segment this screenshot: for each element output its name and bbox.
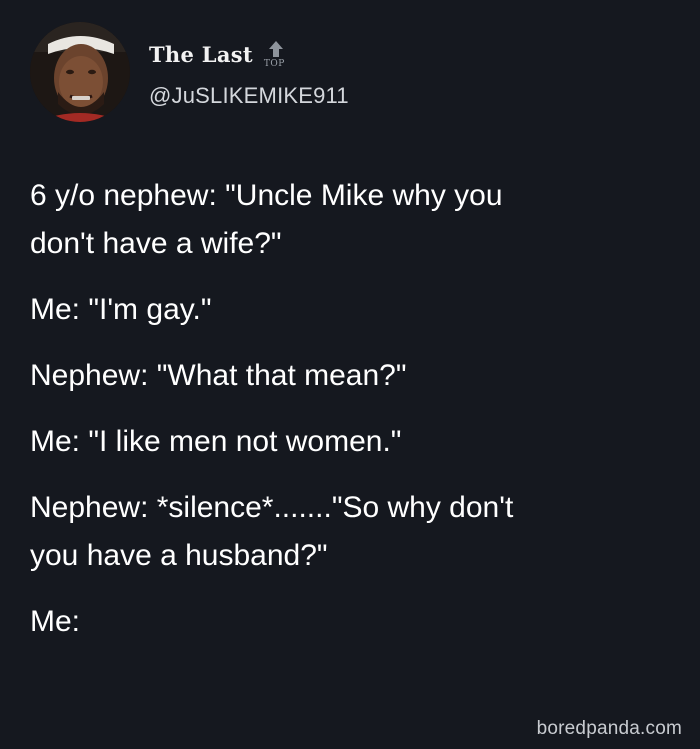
tweet-line: Nephew: "What that mean?" bbox=[30, 359, 407, 392]
user-handle[interactable]: @JuSLIKEMIKE911 bbox=[149, 83, 349, 109]
tweet-line: don't have a wife?" bbox=[30, 227, 282, 260]
tweet-line: Nephew: *silence*......."So why don't bbox=[30, 491, 514, 524]
tweet-line: Me: "I'm gay." bbox=[30, 293, 212, 326]
tweet-line: you have a husband?" bbox=[30, 539, 328, 572]
tweet-card: The Last TOP @JuSLIKEMIKE911 6 y/o nephe… bbox=[0, 0, 700, 749]
tweet-line: Me: "I like men not women." bbox=[30, 425, 402, 458]
tweet-line: Me: bbox=[30, 605, 81, 638]
top-badge-label: TOP bbox=[263, 59, 285, 69]
tweet-line: 6 y/o nephew: "Uncle Mike why you bbox=[30, 179, 503, 212]
top-badge: TOP bbox=[261, 40, 291, 72]
avatar-image bbox=[30, 22, 130, 122]
watermark: boredpanda.com bbox=[536, 718, 682, 739]
display-name[interactable]: The Last bbox=[149, 42, 253, 67]
avatar[interactable] bbox=[30, 22, 130, 122]
display-name-row: The Last TOP bbox=[149, 40, 291, 76]
up-arrow-icon bbox=[268, 41, 283, 57]
tweet-header: The Last TOP @JuSLIKEMIKE911 bbox=[30, 22, 670, 130]
tweet-text: 6 y/o nephew: "Uncle Mike why you don't … bbox=[30, 172, 680, 646]
